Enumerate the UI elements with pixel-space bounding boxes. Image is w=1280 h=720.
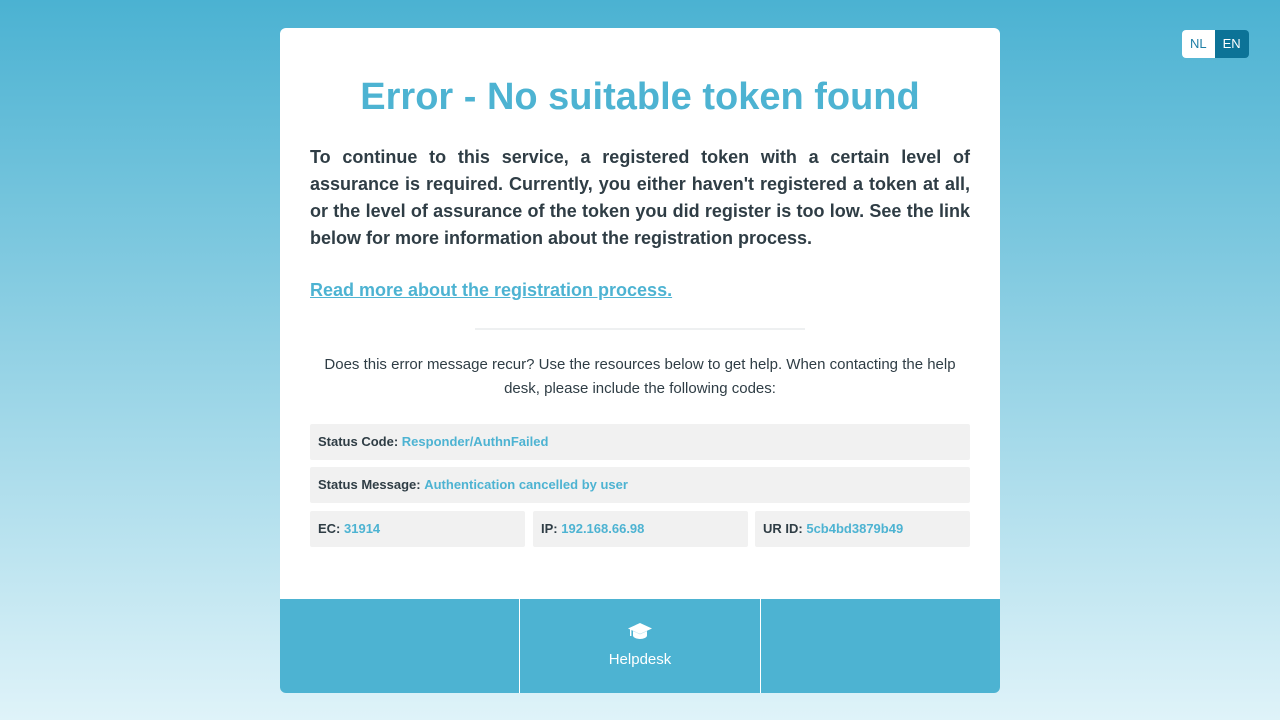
footer-cell-left (280, 599, 521, 693)
help-text: Does this error message recur? Use the r… (324, 356, 956, 397)
ip-value: 192.168.66.98 (561, 521, 645, 536)
ip-box: IP: 192.168.66.98 (533, 511, 748, 547)
footer-bar: Helpdesk (280, 599, 1000, 693)
error-card: Error - No suitable token found To conti… (280, 28, 1000, 693)
language-option-en[interactable]: EN (1214, 30, 1249, 58)
status-message-label: Status Message: (318, 477, 421, 492)
registration-info-link[interactable]: Read more about the registration process… (310, 280, 672, 301)
status-code-value: Responder/AuthnFailed (401, 434, 549, 449)
footer-cell-right (761, 599, 1000, 693)
divider (475, 328, 805, 330)
ip-label: IP: (541, 521, 558, 536)
language-switch: NL EN (1182, 30, 1249, 58)
status-message-value: Authentication cancelled by user (424, 477, 628, 492)
ec-label: EC: (318, 521, 341, 536)
graduation-cap-icon (520, 621, 759, 646)
ur-id-box: UR ID: 5cb4bd3879b49 (755, 511, 970, 547)
ur-id-label: UR ID: (763, 521, 803, 536)
page-title: Error - No suitable token found (360, 76, 920, 118)
ec-box: EC: 31914 (310, 511, 525, 547)
status-code-box: Status Code: Responder/AuthnFailed (310, 424, 970, 460)
helpdesk-button[interactable]: Helpdesk (520, 599, 761, 693)
error-description: To continue to this service, a registere… (310, 147, 970, 248)
ec-value: 31914 (344, 521, 381, 536)
helpdesk-label: Helpdesk (608, 651, 672, 668)
language-option-nl[interactable]: NL (1182, 30, 1215, 58)
status-code-label: Status Code: (318, 434, 399, 449)
ur-id-value: 5cb4bd3879b49 (806, 521, 904, 536)
status-message-box: Status Message: Authentication cancelled… (310, 467, 970, 503)
